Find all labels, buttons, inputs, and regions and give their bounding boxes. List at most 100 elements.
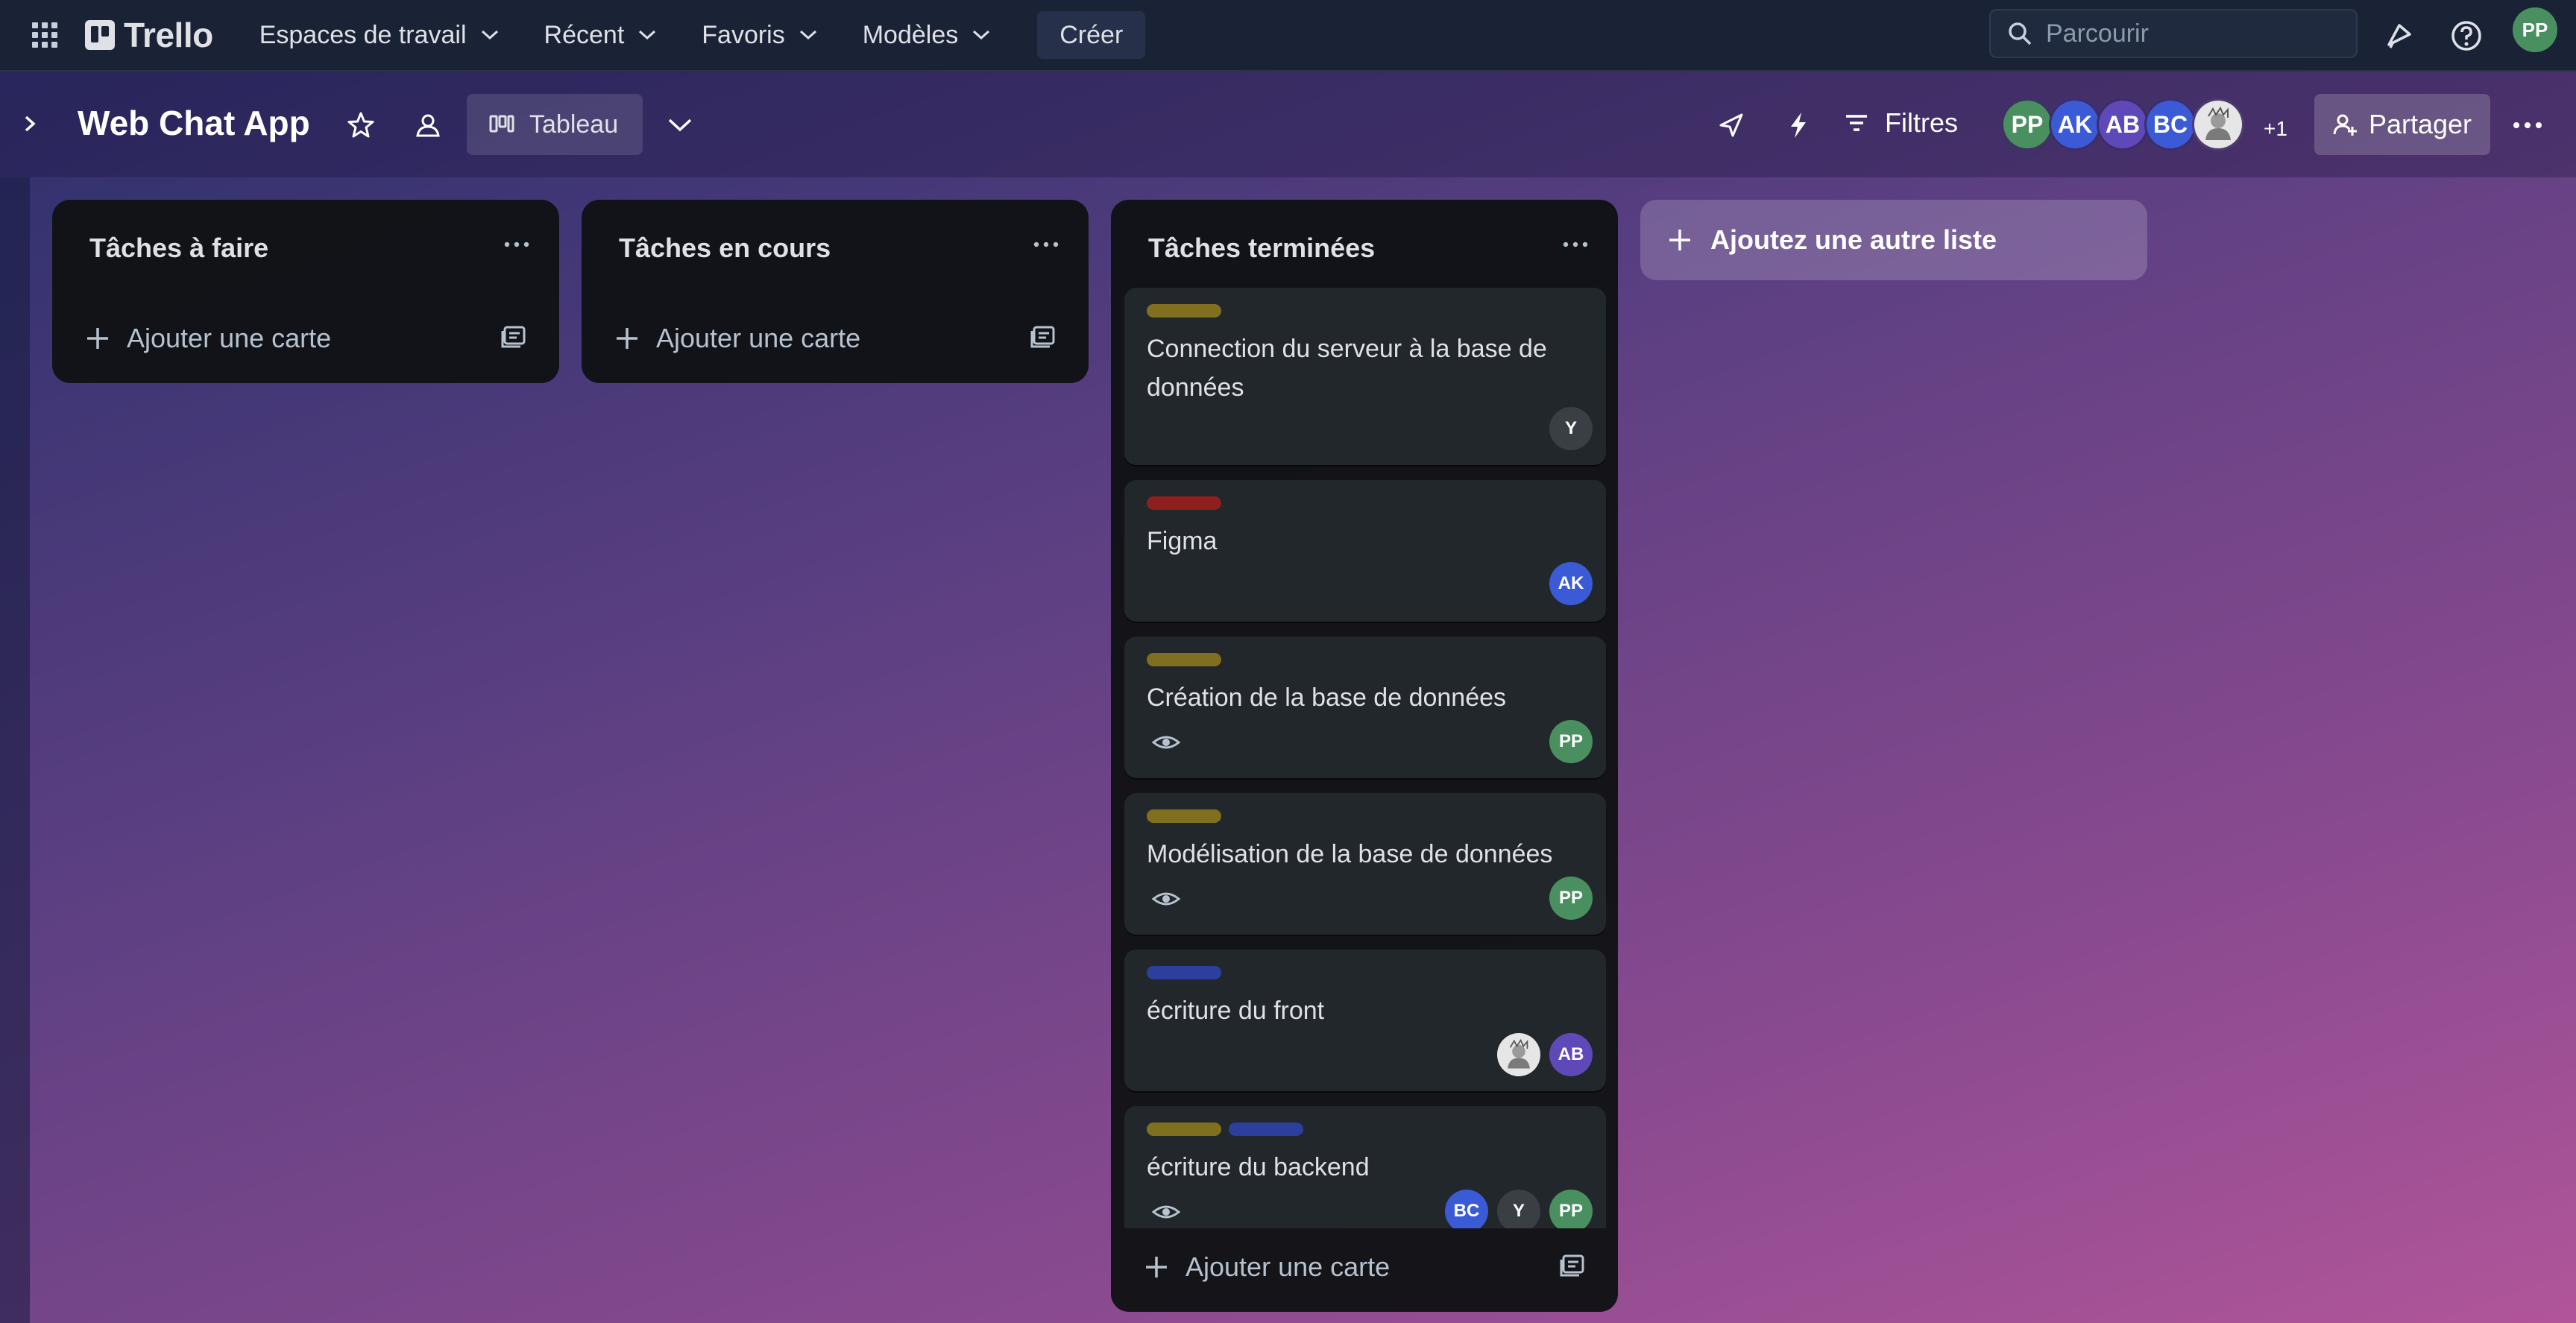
filters-button[interactable]: Filtres — [1845, 97, 1958, 149]
card-template-icon[interactable] — [1560, 1254, 1585, 1278]
card-labels — [1147, 1123, 1311, 1136]
card-list: Connection du serveur à la base de donné… — [1124, 288, 1606, 1228]
help-icon[interactable] — [2444, 13, 2489, 58]
views-chevron-down-icon[interactable] — [659, 104, 701, 146]
board-header: Web Chat App Tableau Filtres PP AK AB BC… — [0, 72, 2576, 177]
plus-icon — [617, 328, 637, 349]
top-navigation: Trello Espaces de travail Récent Favoris… — [0, 0, 2576, 72]
card-labels — [1147, 496, 1229, 510]
member-initials: BC — [2153, 110, 2188, 138]
visibility-icon[interactable] — [407, 104, 449, 146]
create-button[interactable]: Créer — [1037, 11, 1146, 59]
board-members[interactable]: PP AK AB BC +1 — [2001, 98, 2287, 151]
card-labels — [1147, 304, 1229, 318]
card[interactable]: écriture du backend BC Y PP — [1124, 1106, 1606, 1228]
add-card-label: Ajouter une carte — [127, 323, 332, 353]
menu-templates[interactable]: Modèles — [846, 11, 1008, 59]
star-icon[interactable] — [340, 104, 382, 146]
plus-icon — [87, 328, 108, 349]
add-card-button[interactable]: Ajouter une carte — [1123, 1236, 1606, 1298]
card-label[interactable] — [1147, 1123, 1221, 1136]
add-list-button[interactable]: Ajoutez une autre liste — [1640, 200, 2147, 280]
chevron-down-icon — [639, 30, 656, 40]
share-button[interactable]: Partager — [2314, 94, 2490, 155]
menu-templates-label: Modèles — [862, 20, 959, 49]
watch-eye-icon — [1151, 892, 1181, 906]
card-label[interactable] — [1147, 809, 1221, 823]
list-in-progress: Tâches en cours Ajouter une carte — [582, 200, 1089, 383]
list-title[interactable]: Tâches terminées — [1148, 233, 1375, 264]
card-member-avatar[interactable]: Y — [1497, 1190, 1540, 1228]
card-member-avatar[interactable]: AK — [1549, 562, 1593, 605]
board-title[interactable]: Web Chat App — [78, 103, 310, 143]
menu-favorites[interactable]: Favoris — [685, 11, 834, 59]
menu-recent[interactable]: Récent — [528, 11, 674, 59]
list-header: Tâches en cours — [582, 200, 1089, 286]
trello-logo-icon — [85, 20, 115, 50]
notifications-icon[interactable] — [2377, 13, 2422, 58]
card[interactable]: Connection du serveur à la base de donné… — [1124, 288, 1606, 465]
card[interactable]: Création de la base de données PP — [1124, 637, 1606, 778]
members-extra-count[interactable]: +1 — [2264, 117, 2287, 141]
add-card-button[interactable]: Ajouter une carte — [64, 307, 547, 370]
card-member-avatar[interactable]: PP — [1549, 1190, 1593, 1228]
card-member-avatar[interactable]: PP — [1549, 877, 1593, 920]
card[interactable]: Modélisation de la base de données PP — [1124, 793, 1606, 935]
watch-eye-icon — [1151, 736, 1181, 749]
card-member-avatar[interactable]: BC — [1445, 1190, 1488, 1228]
card[interactable]: Figma AK — [1124, 480, 1606, 622]
card-label[interactable] — [1147, 304, 1221, 318]
list-menu-icon[interactable] — [1557, 230, 1594, 259]
member-avatar[interactable]: AK — [2049, 98, 2101, 151]
list-menu-icon[interactable] — [498, 230, 535, 259]
card-member-avatar[interactable]: Y — [1549, 407, 1593, 450]
list-header: Tâches terminées — [1111, 200, 1618, 286]
chevron-down-icon — [481, 30, 498, 40]
add-card-label: Ajouter une carte — [1185, 1251, 1391, 1282]
trello-logo[interactable]: Trello — [85, 13, 213, 57]
card-member-photo-avatar[interactable] — [1497, 1033, 1540, 1076]
member-photo-avatar[interactable] — [2192, 98, 2244, 151]
chevron-down-icon — [799, 30, 816, 40]
list-title[interactable]: Tâches à faire — [89, 233, 268, 264]
menu-workspaces[interactable]: Espaces de travail — [243, 11, 516, 59]
card-member-avatar[interactable]: PP — [1549, 720, 1593, 763]
member-avatar[interactable]: PP — [2001, 98, 2053, 151]
member-initials: AK — [2057, 110, 2093, 138]
card-labels — [1147, 809, 1229, 823]
apps-grid-icon[interactable] — [22, 13, 67, 57]
card-label[interactable] — [1147, 653, 1221, 666]
user-avatar[interactable]: PP — [2513, 7, 2557, 52]
add-card-label: Ajouter une carte — [656, 323, 861, 353]
card-label[interactable] — [1229, 1123, 1303, 1136]
member-avatar[interactable]: AB — [2097, 98, 2149, 151]
card-title: écriture du front — [1147, 997, 1325, 1025]
card-template-icon[interactable] — [1030, 325, 1056, 349]
add-card-button[interactable]: Ajouter une carte — [593, 307, 1077, 370]
member-initials: Y — [1512, 1201, 1525, 1221]
member-avatar[interactable]: BC — [2144, 98, 2196, 151]
search-icon — [2009, 22, 2032, 45]
more-options-icon[interactable] — [2505, 104, 2550, 146]
board-canvas: Tâches à faire Ajouter une carte Tâches … — [30, 177, 2576, 1323]
power-ups-icon[interactable] — [1710, 104, 1752, 146]
share-button-label: Partager — [2368, 109, 2472, 139]
board-view-button[interactable]: Tableau — [467, 94, 643, 155]
list-title[interactable]: Tâches en cours — [619, 233, 831, 264]
card-title: Modélisation de la base de données — [1147, 840, 1553, 868]
card-template-icon[interactable] — [501, 325, 526, 349]
watch-eye-icon — [1151, 1205, 1181, 1219]
chevron-down-icon — [973, 30, 990, 40]
search-input[interactable] — [2046, 19, 2329, 48]
list-menu-icon[interactable] — [1027, 230, 1065, 259]
card-label[interactable] — [1147, 966, 1221, 979]
sidebar-expand-icon[interactable] — [15, 109, 45, 139]
automation-icon[interactable] — [1777, 104, 1819, 146]
card-label[interactable] — [1147, 496, 1221, 510]
member-initials: PP — [1558, 731, 1583, 751]
search-box[interactable] — [1989, 9, 2358, 58]
card-member-avatar[interactable]: AB — [1549, 1033, 1593, 1076]
card[interactable]: écriture du front AB — [1124, 950, 1606, 1091]
member-initials: PP — [2011, 110, 2044, 138]
create-button-label: Créer — [1059, 20, 1124, 49]
